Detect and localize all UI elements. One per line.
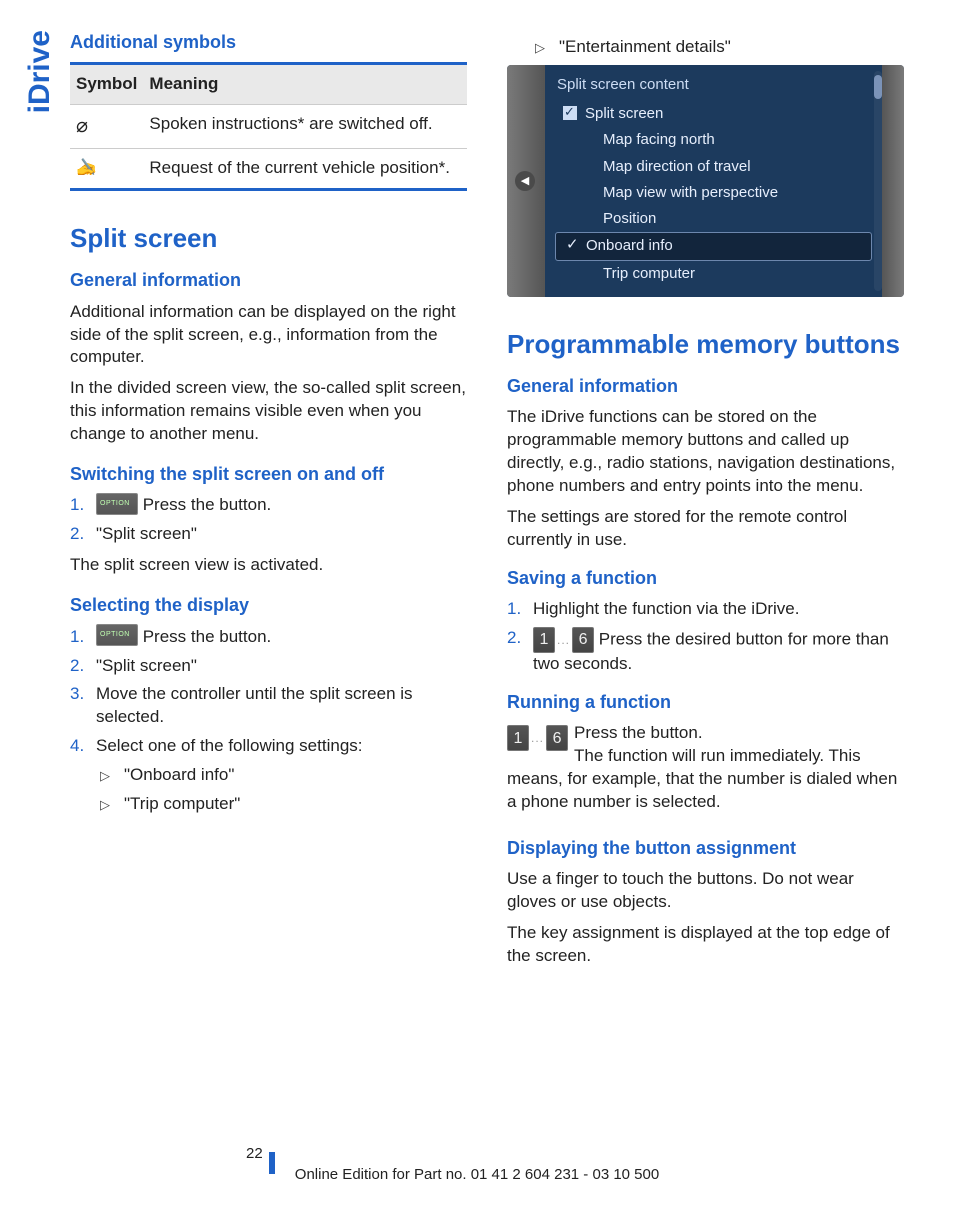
selecting-step3-num: 3. (70, 683, 84, 706)
idrive-menu: Split screen content Split screen Map fa… (545, 65, 882, 297)
selecting-sub-onboard: "Onboard info" (100, 764, 467, 787)
option-button-icon (96, 624, 138, 646)
display-p1: Use a finger to touch the buttons. Do no… (507, 868, 904, 914)
idrive-item-label: Map direction of travel (603, 158, 751, 175)
selecting-step4-num: 4. (70, 735, 84, 758)
selecting-step1-text: Press the button. (138, 627, 271, 646)
idrive-item-split-screen: Split screen (555, 101, 872, 127)
selecting-step3-text: Move the controller until the split scre… (96, 684, 413, 726)
idrive-right-panel (882, 65, 904, 297)
right-column: "Entertainment details" ◀ Split screen c… (507, 30, 904, 976)
selecting-sub-trip: "Trip computer" (100, 793, 467, 816)
switching-step2: 2. "Split screen" (70, 523, 467, 546)
page-number: 22 (246, 1143, 275, 1165)
idrive-item-label: Position (603, 210, 656, 227)
th-meaning: Meaning (143, 64, 467, 105)
page-body: Additional symbols Symbol Meaning ⌀ Spok… (0, 0, 954, 976)
memory-buttons-icon: 1...6 (533, 627, 594, 653)
switching-step2-num: 2. (70, 523, 84, 546)
heading-switching: Switching the split screen on and off (70, 462, 467, 486)
general-p2: In the divided screen view, the so-calle… (70, 377, 467, 446)
page-number-text: 22 (246, 1145, 263, 1162)
display-p2: The key assignment is displayed at the t… (507, 922, 904, 968)
switching-note: The split screen view is activated. (70, 554, 467, 577)
idrive-item-onboard-info: Onboard info (555, 232, 872, 260)
symbol-request-meaning: Request of the current vehicle position*… (143, 149, 467, 190)
idrive-item-label: Onboard info (586, 237, 673, 254)
idrive-item-label: Map view with perspective (603, 184, 778, 201)
selecting-step4: 4. Select one of the following settings:… (70, 735, 467, 816)
heading-saving: Saving a function (507, 566, 904, 590)
selecting-step2-text: "Split screen" (96, 656, 197, 675)
left-column: Additional symbols Symbol Meaning ⌀ Spok… (70, 30, 467, 976)
option-button-icon (96, 493, 138, 515)
idrive-item-label: Trip computer (603, 265, 695, 282)
heading-programmable-memory: Programmable memory buttons (507, 327, 904, 362)
heading-additional-symbols: Additional symbols (70, 30, 467, 54)
heading-general-info-right: General information (507, 374, 904, 398)
selecting-step1: 1. Press the button. (70, 626, 467, 649)
idrive-left-arrow-icon: ◀ (515, 171, 535, 191)
heading-display-assignment: Displaying the button assignment (507, 836, 904, 860)
th-symbol: Symbol (70, 64, 143, 105)
running-p1a: Press the button. (574, 723, 703, 742)
idrive-item-label: Split screen (585, 105, 663, 122)
idrive-scrollbar (874, 71, 882, 291)
footer-text: Online Edition for Part no. 01 41 2 604 … (295, 1166, 659, 1183)
idrive-left-panel: ◀ (507, 65, 545, 297)
symbol-request-icon: ✍ (70, 149, 143, 190)
heading-general-info-left: General information (70, 268, 467, 292)
idrive-item-label: Map facing north (603, 131, 715, 148)
idrive-item-trip-computer: Trip computer (555, 261, 872, 287)
switching-step2-text: "Split screen" (96, 524, 197, 543)
heading-running: Running a function (507, 690, 904, 714)
saving-step2: 2. 1...6 Press the desired button for mo… (507, 627, 904, 676)
general-p1: Additional information can be displayed … (70, 301, 467, 370)
footer: 22 Online Edition for Part no. 01 41 2 6… (0, 1165, 954, 1185)
prog-general-p1: The iDrive functions can be stored on th… (507, 406, 904, 498)
memory-buttons-icon: 1...6 (507, 725, 568, 751)
idrive-item-position: Position (555, 206, 872, 232)
selecting-step2-num: 2. (70, 655, 84, 678)
running-p1b: The function will run immediately. This … (507, 746, 897, 811)
selecting-step2: 2. "Split screen" (70, 655, 467, 678)
saving-step2-num: 2. (507, 627, 521, 650)
selecting-step1-num: 1. (70, 626, 84, 649)
selecting-step3: 3. Move the controller until the split s… (70, 683, 467, 729)
saving-step1-text: Highlight the function via the iDrive. (533, 599, 799, 618)
running-p: 1...6 Press the button. The function wil… (507, 722, 904, 814)
idrive-menu-header: Split screen content (555, 71, 872, 101)
prog-general-p2: The settings are stored for the remote c… (507, 506, 904, 552)
heading-split-screen: Split screen (70, 221, 467, 256)
symbol-mute-meaning: Spoken instructions* are switched off. (143, 105, 467, 149)
top-bullet-entertainment: "Entertainment details" (535, 36, 904, 59)
saving-step1-num: 1. (507, 598, 521, 621)
page-bar-icon (269, 1152, 275, 1174)
switching-step1-num: 1. (70, 494, 84, 517)
sidebar-tab-idrive: iDrive (20, 30, 61, 113)
idrive-item-map-direction: Map direction of travel (555, 154, 872, 180)
switching-step1-text: Press the button. (138, 495, 271, 514)
idrive-screenshot: ◀ Split screen content Split screen Map … (507, 65, 904, 297)
selecting-step4-text: Select one of the following settings: (96, 736, 363, 755)
symbols-table: Symbol Meaning ⌀ Spoken instructions* ar… (70, 62, 467, 191)
idrive-item-map-perspective: Map view with perspective (555, 180, 872, 206)
heading-selecting: Selecting the display (70, 593, 467, 617)
symbol-mute-icon: ⌀ (70, 105, 143, 149)
idrive-item-map-north: Map facing north (555, 127, 872, 153)
switching-step1: 1. Press the button. (70, 494, 467, 517)
saving-step1: 1. Highlight the function via the iDrive… (507, 598, 904, 621)
